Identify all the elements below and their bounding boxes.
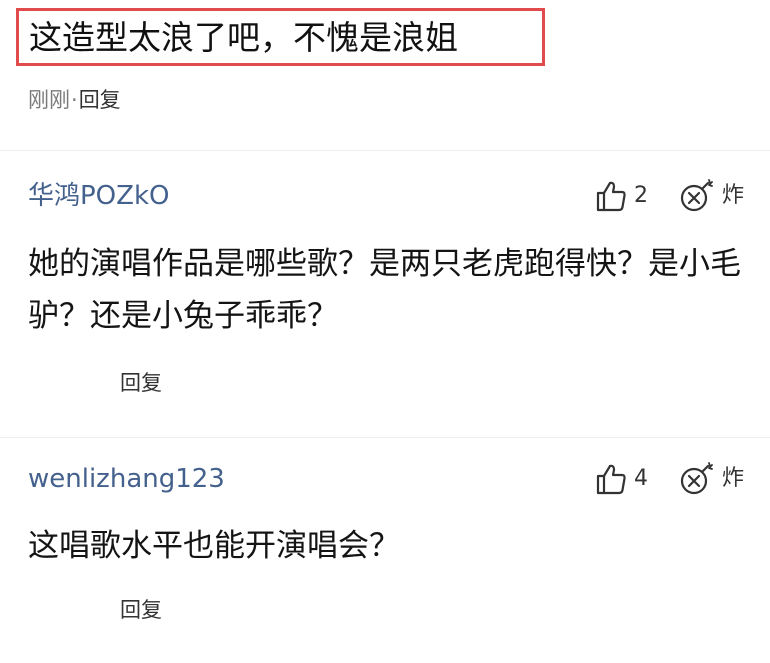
bomb-button[interactable]: 炸 bbox=[678, 179, 744, 213]
comment-actions: 2 炸 bbox=[594, 179, 744, 213]
bomb-icon bbox=[680, 179, 713, 212]
divider bbox=[0, 437, 770, 438]
reply-button[interactable]: 回复 bbox=[120, 597, 162, 623]
bomb-icon bbox=[680, 462, 713, 495]
highlighted-comment: 这造型太浪了吧，不愧是浪姐 bbox=[16, 8, 545, 66]
divider bbox=[0, 150, 770, 151]
reply-button[interactable]: 回复 bbox=[120, 370, 162, 396]
bomb-label: 炸 bbox=[721, 183, 744, 208]
highlighted-comment-text: 这造型太浪了吧，不愧是浪姐 bbox=[29, 18, 458, 57]
thumbs-up-icon bbox=[596, 464, 626, 495]
comment-username[interactable]: wenlizhang123 bbox=[28, 462, 225, 496]
comment-time: 刚刚 bbox=[28, 88, 70, 112]
comment-actions: 4 炸 bbox=[594, 462, 744, 496]
comment-text: 这唱歌水平也能开演唱会？ bbox=[28, 528, 400, 564]
highlighted-comment-meta: 刚刚·回复 bbox=[28, 88, 121, 112]
like-button[interactable]: 2 bbox=[594, 179, 648, 213]
like-count: 4 bbox=[633, 466, 648, 491]
like-count: 2 bbox=[633, 183, 648, 208]
meta-separator: · bbox=[71, 88, 78, 112]
thumbs-up-icon bbox=[596, 181, 626, 212]
comment-username[interactable]: 华鸿POZkO bbox=[28, 179, 169, 213]
bomb-button[interactable]: 炸 bbox=[678, 462, 744, 496]
like-button[interactable]: 4 bbox=[594, 462, 648, 496]
bomb-label: 炸 bbox=[721, 466, 744, 491]
reply-button[interactable]: 回复 bbox=[79, 88, 121, 112]
comment-text: 她的演唱作品是哪些歌？是两只老虎跑得快？是小毛驴？还是小兔子乖乖？ bbox=[28, 246, 741, 334]
